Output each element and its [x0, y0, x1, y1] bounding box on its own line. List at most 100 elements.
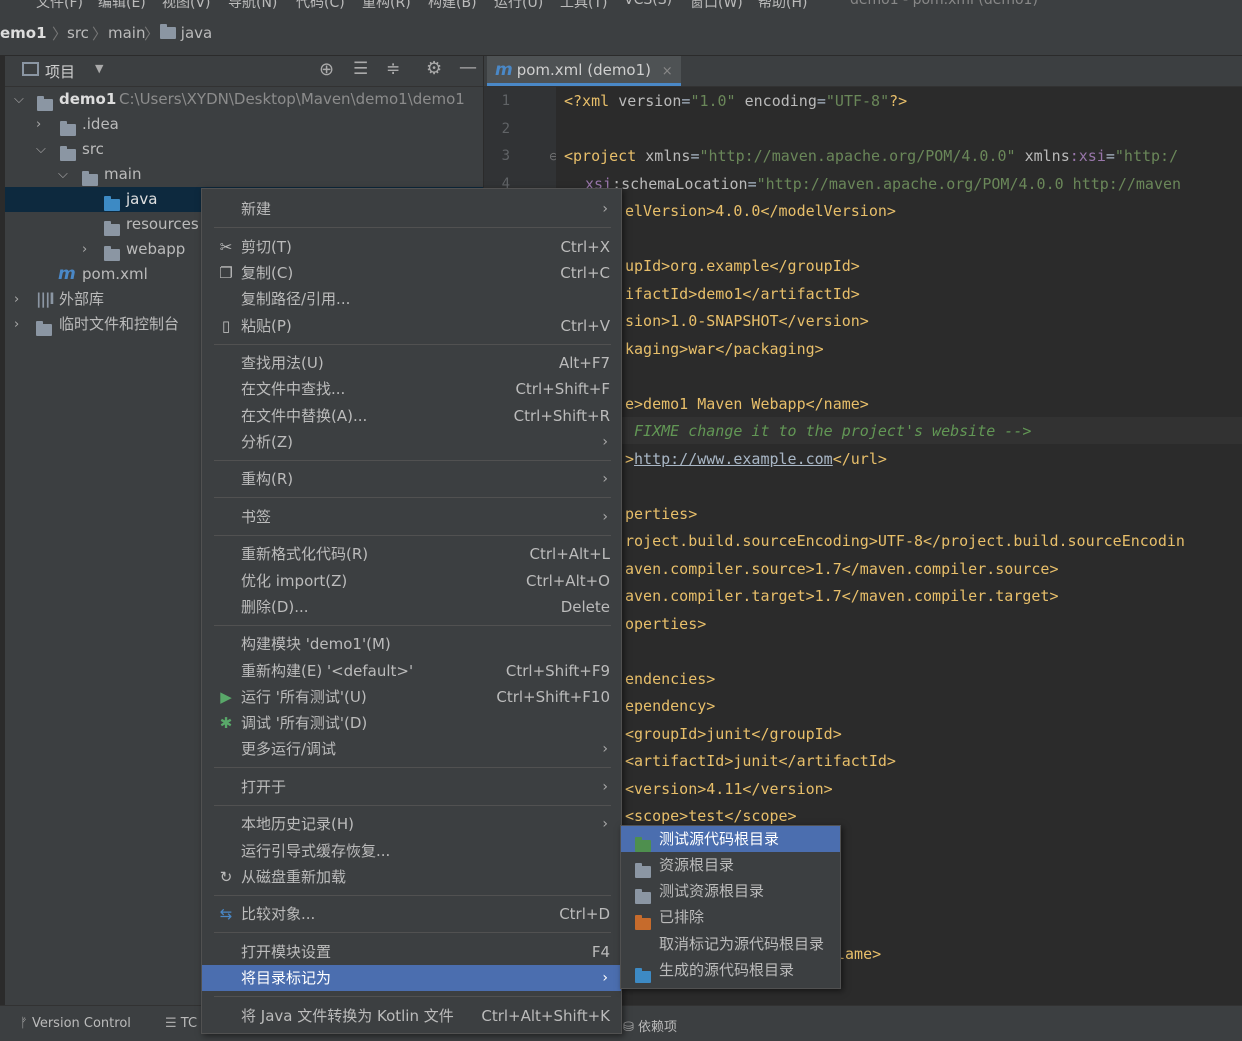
breadcrumb-src[interactable]: src	[67, 24, 89, 42]
compare-icon: ⇆	[219, 905, 233, 923]
menu-item-compare[interactable]: ⇆ 比较对象... Ctrl+D	[202, 901, 621, 927]
chevron-down-icon[interactable]: ⌵	[36, 137, 46, 162]
menu-item-refactor[interactable]: 重构(R) ›	[202, 466, 621, 492]
tab-pom-xml[interactable]: m pom.xml (demo1) ×	[487, 56, 681, 86]
submenu-item-resources-root[interactable]: 资源根目录	[621, 852, 840, 878]
menu-vcs[interactable]: VCS(S)	[624, 0, 672, 8]
chevron-right-icon[interactable]: ›	[82, 237, 87, 262]
web-folder-icon	[104, 246, 120, 261]
menu-item-new[interactable]: 新建 ›	[202, 196, 621, 222]
menu-item-run-tests[interactable]: ▶ 运行 '所有测试'(U) Ctrl+Shift+F10	[202, 684, 621, 710]
tree-item-webapp[interactable]: › webapp	[5, 237, 205, 262]
menu-item-find-in-files[interactable]: 在文件中查找... Ctrl+Shift+F	[202, 376, 621, 402]
module-folder-icon	[37, 96, 53, 111]
dependencies-button[interactable]: ⛁ 依赖项	[623, 1016, 677, 1035]
todo-button[interactable]: ☰ TC	[165, 1016, 197, 1031]
menu-item-local-history[interactable]: 本地历史记录(H) ›	[202, 811, 621, 837]
breadcrumb-main[interactable]: main	[108, 24, 145, 42]
breadcrumb-project[interactable]: emo1	[0, 24, 47, 42]
code-line: roject.build.sourceEncoding>UTF-8</proje…	[625, 532, 1185, 550]
version-control-button[interactable]: ᚠ Version Control	[20, 1016, 131, 1031]
menu-edit[interactable]: 编辑(E)	[98, 0, 146, 12]
menu-separator	[214, 535, 611, 536]
chevron-right-icon[interactable]: ›	[14, 312, 19, 337]
menu-separator	[214, 767, 611, 768]
code-line: FIXME change it to the project's website…	[625, 422, 1032, 440]
code-line: elVersion>4.0.0</modelVersion>	[625, 202, 896, 220]
chevron-down-icon[interactable]: ▼	[95, 62, 103, 75]
code-line: <groupId>junit</groupId>	[625, 725, 842, 743]
menu-item-find-usages[interactable]: 查找用法(U) Alt+F7	[202, 350, 621, 376]
breadcrumb-java[interactable]: java	[160, 24, 212, 42]
expand-all-icon[interactable]: ☰	[353, 59, 368, 79]
menu-build[interactable]: 构建(B)	[428, 0, 477, 12]
line-number: 1	[501, 93, 510, 109]
tree-item-demo1[interactable]: ⌵ demo1 C:\Users\XYDN\Desktop\Maven\demo…	[5, 87, 483, 112]
tree-item-src[interactable]: ⌵ src	[5, 137, 483, 162]
tree-item-idea[interactable]: › .idea	[5, 112, 483, 137]
menu-item-rebuild[interactable]: 重新构建(E) '<default>' Ctrl+Shift+F9	[202, 658, 621, 684]
locate-icon[interactable]: ⊕	[319, 59, 334, 80]
menu-item-paste[interactable]: ▯ 粘贴(P) Ctrl+V	[202, 313, 621, 339]
menu-tools[interactable]: 工具(T)	[560, 0, 607, 12]
menu-item-reformat[interactable]: 重新格式化代码(R) Ctrl+Alt+L	[202, 541, 621, 567]
folder-icon	[60, 146, 76, 161]
chevron-right-icon[interactable]: ›	[36, 112, 41, 137]
tree-item-label: demo1	[59, 90, 117, 108]
menu-file[interactable]: 文件(F)	[36, 0, 83, 12]
scissors-icon: ✂	[219, 238, 233, 256]
menu-item-replace-in-files[interactable]: 在文件中替换(A)... Ctrl+Shift+R	[202, 403, 621, 429]
menu-item-analyze[interactable]: 分析(Z) ›	[202, 429, 621, 455]
submenu-item-generated-sources-root[interactable]: 生成的源代码根目录	[621, 957, 840, 983]
gear-icon[interactable]: ⚙	[426, 58, 442, 79]
menu-run[interactable]: 运行(U)	[494, 0, 543, 12]
menu-item-reload[interactable]: ↻ 从磁盘重新加载	[202, 864, 621, 890]
menu-item-cache-recovery[interactable]: 运行引导式缓存恢复...	[202, 838, 621, 864]
submenu-item-test-resources-root[interactable]: 测试资源根目录	[621, 878, 840, 904]
menu-item-more-run[interactable]: 更多运行/调试 ›	[202, 736, 621, 762]
chevron-right-icon: ›	[602, 471, 608, 487]
window-title: demo1 - pom.xml (demo1)	[850, 0, 1038, 8]
menu-item-convert-kotlin[interactable]: 将 Java 文件转换为 Kotlin 文件 Ctrl+Alt+Shift+K	[202, 1003, 621, 1029]
menu-refactor[interactable]: 重构(R)	[362, 0, 411, 12]
menu-window[interactable]: 窗口(W)	[690, 0, 743, 12]
menu-item-copy-path[interactable]: 复制路径/引用...	[202, 286, 621, 312]
breadcrumb: emo1 〉 src 〉 main 〉 java	[0, 12, 1242, 56]
menu-item-delete[interactable]: 删除(D)... Delete	[202, 594, 621, 620]
tree-item-external-libs[interactable]: › |||l 外部库	[5, 287, 205, 312]
tree-item-label: resources	[126, 215, 199, 233]
submenu-item-test-sources-root[interactable]: 测试源代码根目录	[621, 826, 840, 852]
code-line: upId>org.example</groupId>	[625, 257, 860, 275]
chevron-right-icon[interactable]: ›	[14, 287, 19, 312]
chevron-down-icon[interactable]: ⌵	[58, 162, 68, 187]
menu-help[interactable]: 帮助(H)	[758, 0, 807, 12]
collapse-all-icon[interactable]: ≑	[386, 59, 400, 79]
menu-navigate[interactable]: 导航(N)	[228, 0, 277, 12]
menu-item-copy[interactable]: ❐ 复制(C) Ctrl+C	[202, 260, 621, 286]
tree-item-scratches[interactable]: › 临时文件和控制台	[5, 312, 205, 337]
folder-icon	[82, 171, 98, 186]
tab-label: pom.xml (demo1)	[516, 61, 652, 79]
tree-item-main[interactable]: ⌵ main	[5, 162, 483, 187]
chevron-down-icon[interactable]: ⌵	[14, 87, 24, 112]
menu-item-debug-tests[interactable]: ✱ 调试 '所有测试'(D)	[202, 710, 621, 736]
menu-code[interactable]: 代码(C)	[296, 0, 345, 12]
tree-item-pom[interactable]: m pom.xml	[5, 262, 205, 287]
menu-item-open-in[interactable]: 打开于 ›	[202, 774, 621, 800]
code-line: <scope>test</scope>	[625, 807, 797, 825]
menu-item-optimize-imports[interactable]: 优化 import(Z) Ctrl+Alt+O	[202, 568, 621, 594]
menu-item-build-module[interactable]: 构建模块 'demo1'(M)	[202, 631, 621, 657]
menu-separator	[214, 344, 611, 345]
menu-item-bookmarks[interactable]: 书签 ›	[202, 504, 621, 530]
submenu-item-excluded[interactable]: 已排除	[621, 904, 840, 930]
tree-item-resources[interactable]: resources	[5, 212, 205, 237]
minimize-icon[interactable]: —	[459, 57, 477, 78]
debug-icon: ✱	[219, 714, 233, 732]
menu-item-mark-directory-as[interactable]: 将目录标记为 ›	[202, 965, 621, 991]
menu-item-cut[interactable]: ✂ 剪切(T) Ctrl+X	[202, 234, 621, 260]
menu-view[interactable]: 视图(V)	[162, 0, 211, 12]
submenu-item-unmark-sources-root[interactable]: 取消标记为源代码根目录	[621, 931, 840, 957]
project-panel-title[interactable]: 项目	[45, 61, 75, 82]
menu-item-module-settings[interactable]: 打开模块设置 F4	[202, 939, 621, 965]
close-icon[interactable]: ×	[662, 64, 673, 79]
